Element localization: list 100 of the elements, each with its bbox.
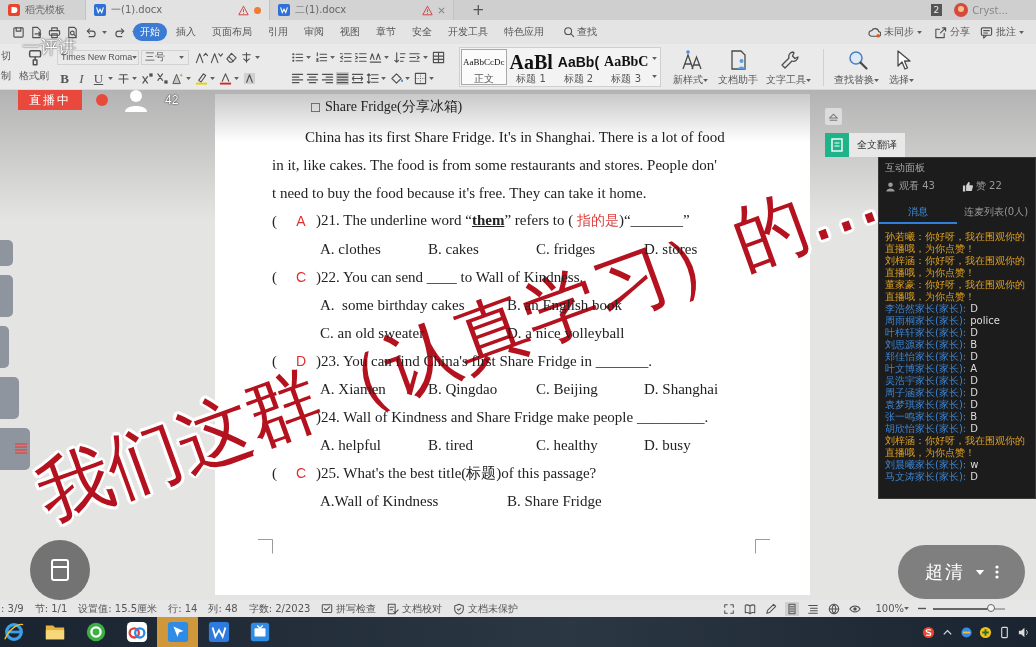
sync-button[interactable]: 未同步 (884, 25, 914, 39)
caret-icon[interactable] (806, 78, 811, 82)
triangle-down-icon[interactable] (974, 568, 985, 576)
format-painter-button[interactable]: 格式刷 (19, 69, 49, 82)
slider-thumb[interactable] (986, 603, 995, 612)
style-icon[interactable] (680, 49, 703, 71)
caret-icon[interactable] (330, 55, 335, 59)
caret-icon[interactable] (234, 76, 239, 80)
file-tab[interactable]: 二(1).docx (270, 0, 454, 20)
tool-button[interactable]: 新样式 (673, 74, 703, 86)
menu-tab[interactable]: 页面布局 (205, 23, 259, 41)
strikethrough-icon[interactable] (117, 71, 130, 85)
style-option[interactable]: AaBl 标题 1 (507, 49, 555, 85)
menu-tab[interactable]: 引用 (261, 23, 295, 41)
panel-toggle-button[interactable] (825, 108, 842, 125)
caret-icon[interactable] (381, 76, 386, 80)
redo-icon[interactable] (114, 25, 127, 39)
sort-icon[interactable] (393, 50, 406, 64)
tool-button[interactable]: 选择 (889, 74, 909, 86)
numbered-list-icon[interactable] (315, 50, 328, 64)
caret-icon[interactable] (132, 76, 137, 80)
undo-icon[interactable] (84, 25, 97, 39)
caret-icon[interactable] (108, 76, 113, 80)
caret-icon[interactable] (255, 55, 260, 59)
globe-icon[interactable] (827, 601, 842, 616)
shield-icon[interactable] (453, 602, 466, 615)
underline-button[interactable]: U (91, 70, 106, 86)
menu-tab[interactable]: 安全 (405, 23, 439, 41)
tool-button[interactable]: 文字工具 (766, 74, 806, 86)
page-view-icon[interactable] (785, 601, 800, 616)
caret-icon[interactable] (210, 76, 215, 80)
caret-icon[interactable] (132, 55, 138, 59)
save-icon[interactable] (12, 25, 25, 39)
shading-icon[interactable] (390, 71, 403, 85)
proofread-icon[interactable] (387, 602, 400, 615)
italic-button[interactable]: I (74, 70, 89, 86)
globe-tray-icon[interactable] (960, 625, 973, 639)
phone-icon[interactable] (998, 625, 1011, 639)
spell-check-icon[interactable] (321, 602, 334, 615)
spell-button[interactable]: 拼写检查 (336, 601, 377, 616)
menu-tab[interactable]: 插入 (169, 23, 203, 41)
character-spacing-icon[interactable] (369, 50, 382, 64)
style-option[interactable]: AaBb( 标题 2 (555, 49, 602, 85)
notification-badge[interactable]: 2 (930, 4, 943, 16)
caret-icon[interactable] (703, 78, 708, 82)
caret-icon[interactable] (384, 55, 389, 59)
share-button[interactable]: 分享 (950, 25, 970, 39)
caret-icon[interactable] (179, 55, 184, 59)
thumbs-up-icon[interactable] (961, 180, 973, 192)
share-icon[interactable] (934, 25, 947, 39)
down-arrow-icon[interactable] (240, 50, 253, 64)
chat-tab[interactable]: 消息 (879, 202, 957, 224)
tool-button[interactable]: 查找替换 (834, 74, 874, 86)
menu-tab[interactable]: 章节 (369, 23, 403, 41)
grow-font-icon[interactable] (195, 50, 208, 64)
menu-tab[interactable]: 开发工具 (441, 23, 495, 41)
align-left-icon[interactable] (291, 71, 304, 85)
table-icon[interactable] (432, 50, 445, 64)
proofread-button[interactable]: 文档校对 (402, 601, 443, 616)
justify-icon[interactable] (336, 71, 349, 85)
menu-tab[interactable]: 视图 (333, 23, 367, 41)
protect-button[interactable]: 文档未保护 (468, 601, 519, 616)
character-shading-icon[interactable] (243, 71, 256, 85)
increase-indent-icon[interactable] (354, 50, 367, 64)
line-spacing-icon[interactable] (366, 71, 379, 85)
text-effect-icon[interactable] (171, 71, 184, 85)
caret-icon[interactable] (652, 74, 657, 78)
superscript-icon[interactable] (141, 71, 154, 85)
menu-tab[interactable]: 开始 (133, 23, 167, 41)
menu-tab[interactable]: 审阅 (297, 23, 331, 41)
decrease-indent-icon[interactable] (339, 50, 352, 64)
quality-button[interactable]: 超清 (924, 560, 965, 584)
caret-icon[interactable] (1019, 30, 1024, 34)
comment-icon[interactable] (980, 25, 993, 39)
font-color-icon[interactable] (219, 71, 232, 85)
search-icon[interactable] (846, 49, 869, 71)
zoom-out-icon[interactable] (917, 605, 927, 612)
clipboard-button[interactable]: 制 (0, 69, 13, 83)
fullscreen-icon[interactable] (722, 601, 737, 616)
align-right-icon[interactable] (321, 71, 334, 85)
highlighter-icon[interactable] (195, 71, 208, 85)
caret-icon[interactable] (102, 30, 107, 34)
new-tab-button[interactable]: + (472, 0, 485, 20)
menu-tab[interactable]: 特色应用 (497, 23, 551, 41)
more-icon[interactable] (994, 565, 999, 579)
caret-icon[interactable] (874, 78, 879, 82)
cloud-icon[interactable] (868, 25, 881, 39)
file-tab[interactable]: 一(1).docx (86, 0, 270, 20)
plus-circle-icon[interactable] (979, 625, 992, 639)
app-tray-icon[interactable] (922, 625, 935, 639)
caret-icon[interactable] (652, 56, 657, 60)
tool-button[interactable]: 文档助手 (718, 74, 758, 86)
borders-icon[interactable] (414, 71, 427, 85)
caret-icon[interactable] (423, 55, 428, 59)
document-tile-icon[interactable] (825, 133, 849, 157)
font-size-field[interactable]: 三号 (141, 49, 189, 65)
caret-icon[interactable] (904, 607, 909, 610)
subscript-icon[interactable] (156, 71, 169, 85)
caret-icon[interactable] (917, 30, 922, 34)
caret-icon[interactable] (429, 76, 434, 80)
